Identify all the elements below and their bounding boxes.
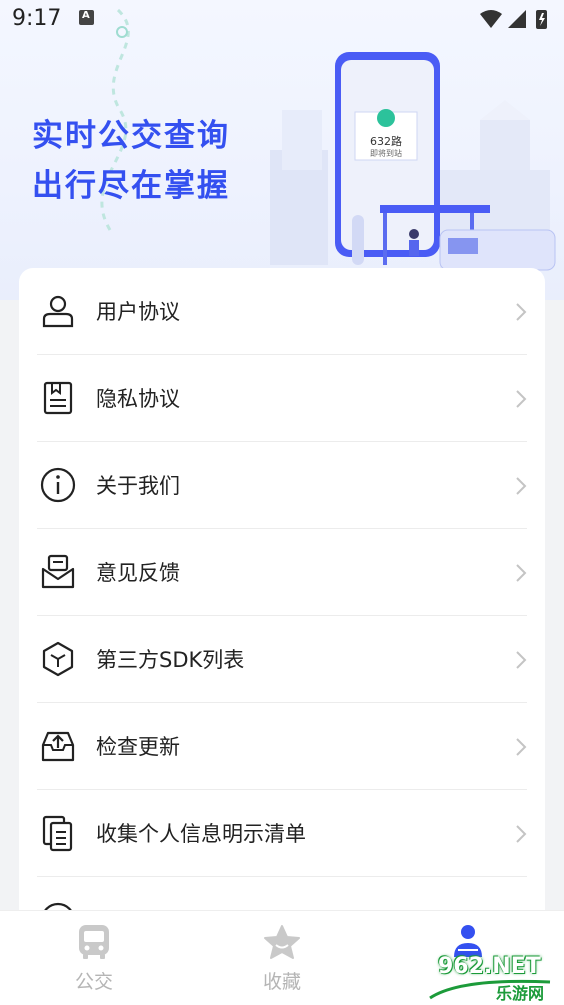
status-time: 9:17: [12, 6, 62, 31]
update-icon: [41, 731, 75, 762]
banner-slogan-line2: 出行尽在掌握: [32, 168, 230, 204]
settings-menu-card: 用户协议 隐私协议 关于我们 意见反馈 第三方SDK列表 检查更新 收集个人信息…: [19, 268, 545, 948]
tab-label: 收藏: [262, 971, 301, 993]
info-icon: [40, 467, 76, 503]
watermark-logo: 962.NET 乐游网: [420, 948, 564, 1004]
menu-item-label: 检查更新: [96, 735, 180, 759]
star-icon: [264, 925, 300, 959]
tab-favorites[interactable]: 收藏: [222, 923, 342, 1003]
chevron-right-icon: [516, 477, 527, 495]
status-bar: 9:17: [0, 0, 564, 40]
chevron-right-icon: [516, 825, 527, 843]
user-agreement-icon: [42, 295, 74, 328]
notification-icon: [79, 10, 94, 25]
menu-item-feedback[interactable]: 意见反馈: [19, 529, 545, 616]
chevron-right-icon: [516, 651, 527, 669]
watermark-sub: 乐游网: [496, 984, 545, 1003]
wifi-icon: [480, 10, 502, 28]
tab-label: 公交: [74, 971, 113, 993]
menu-item-label: 隐私协议: [96, 387, 180, 411]
privacy-icon: [43, 381, 73, 415]
menu-item-label: 收集个人信息明示清单: [96, 822, 306, 846]
cube-icon: [42, 641, 74, 677]
menu-item-label: 第三方SDK列表: [96, 648, 245, 672]
menu-item-check-update[interactable]: 检查更新: [19, 703, 545, 790]
menu-item-privacy[interactable]: 隐私协议: [19, 355, 545, 442]
menu-item-label: 意见反馈: [96, 561, 180, 585]
watermark-brand: 962.NET: [438, 954, 541, 979]
chevron-right-icon: [516, 564, 527, 582]
banner-slogan-line1: 实时公交查询: [32, 118, 230, 154]
phone-route-text: 632路: [370, 135, 402, 148]
signal-icon: [508, 10, 526, 28]
chevron-right-icon: [516, 390, 527, 408]
menu-item-personal-info-list[interactable]: 收集个人信息明示清单: [19, 790, 545, 877]
chevron-right-icon: [516, 738, 527, 756]
feedback-icon: [41, 554, 75, 589]
header-banner: 632路 即将到站 实时公交查询 出行尽在掌握: [0, 0, 564, 300]
menu-item-third-party-sdk[interactable]: 第三方SDK列表: [19, 616, 545, 703]
document-list-icon: [42, 815, 73, 852]
chevron-right-icon: [516, 303, 527, 321]
menu-item-label: 关于我们: [96, 474, 180, 498]
status-icons: [480, 10, 547, 29]
menu-item-label: 用户协议: [96, 300, 180, 324]
menu-item-user-agreement[interactable]: 用户协议: [19, 268, 545, 355]
bus-icon: [79, 925, 109, 959]
tab-bus[interactable]: 公交: [34, 923, 154, 1003]
menu-item-about-us[interactable]: 关于我们: [19, 442, 545, 529]
phone-route-sub: 即将到站: [370, 148, 402, 158]
